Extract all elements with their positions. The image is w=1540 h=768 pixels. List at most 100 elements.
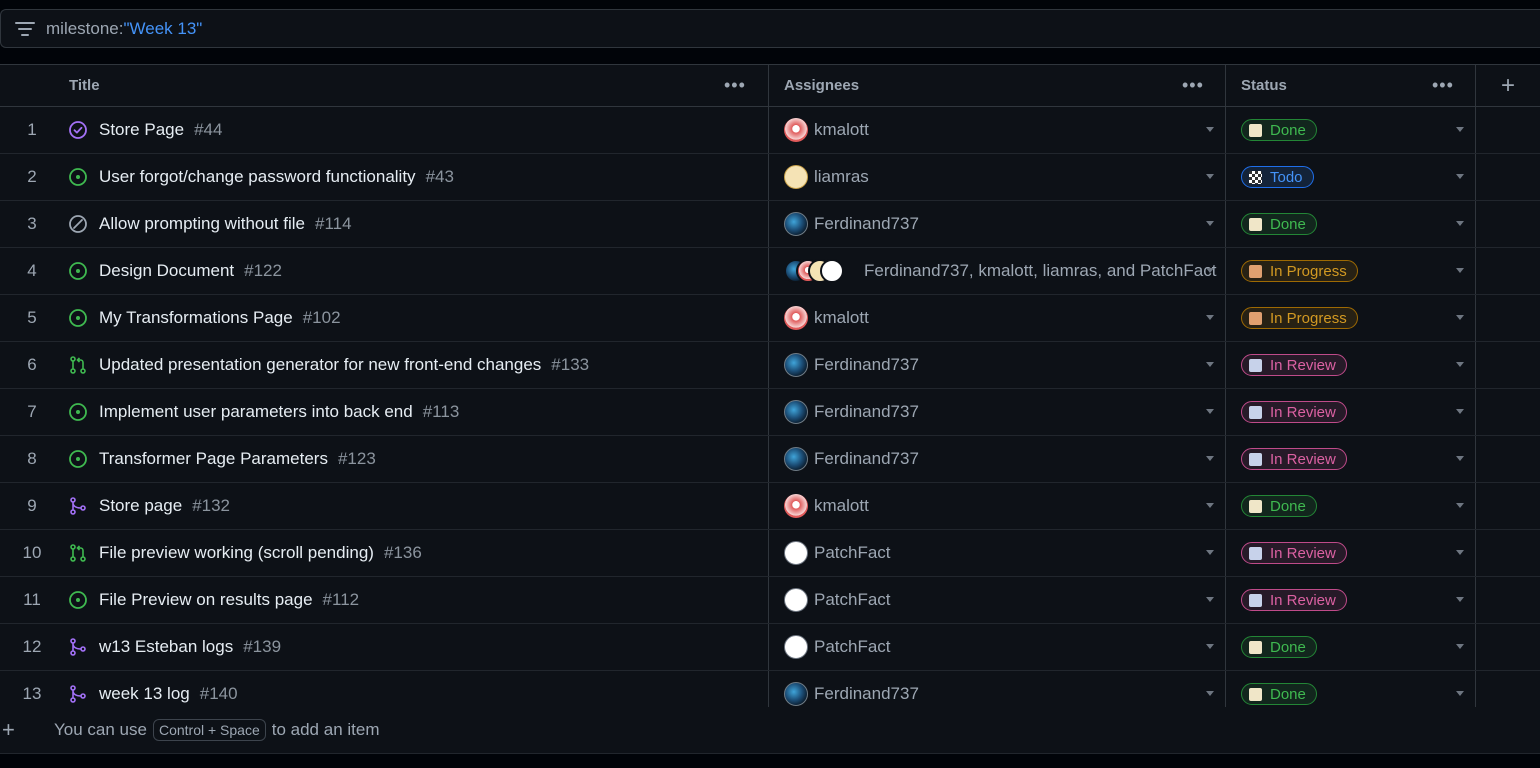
item-title-cell[interactable]: File Preview on results page #112 (68, 577, 359, 623)
item-title[interactable]: w13 Esteban logs (99, 637, 233, 657)
status-badge[interactable]: Todo (1241, 166, 1314, 188)
item-title[interactable]: Design Document (99, 261, 234, 281)
column-header-assignees[interactable]: Assignees (784, 65, 859, 106)
table-row[interactable]: 1 Store Page #44 kmalott Done (0, 107, 1540, 154)
table-row[interactable]: 4 Design Document #122 Ferdinand737, kmalot… (0, 248, 1540, 295)
filter-icon[interactable] (15, 21, 37, 37)
chevron-down-icon[interactable] (1456, 221, 1464, 226)
status-badge[interactable]: Done (1241, 495, 1317, 517)
chevron-down-icon[interactable] (1206, 550, 1214, 555)
issue-number[interactable]: #139 (243, 637, 281, 657)
chevron-down-icon[interactable] (1456, 456, 1464, 461)
assignees-column-menu-icon[interactable]: ••• (1182, 75, 1204, 96)
issue-number[interactable]: #136 (384, 543, 422, 563)
assignees-cell[interactable]: kmalott (784, 483, 869, 529)
add-field-button[interactable]: + (1476, 65, 1540, 106)
issue-number[interactable]: #123 (338, 449, 376, 469)
item-title[interactable]: Store Page (99, 120, 184, 140)
status-column-menu-icon[interactable]: ••• (1432, 75, 1454, 96)
item-title-cell[interactable]: Allow prompting without file #114 (68, 201, 352, 247)
item-title-cell[interactable]: Implement user parameters into back end #… (68, 389, 459, 435)
assignees-cell[interactable]: Ferdinand737 (784, 436, 919, 482)
add-item-row[interactable]: + You can use Control + Space to add an … (0, 707, 1540, 754)
item-title[interactable]: Transformer Page Parameters (99, 449, 328, 469)
chevron-down-icon[interactable] (1456, 174, 1464, 179)
item-title[interactable]: week 13 log (99, 684, 190, 704)
table-row[interactable]: 6 Updated presentation generator for new … (0, 342, 1540, 389)
issue-number[interactable]: #132 (192, 496, 230, 516)
issue-number[interactable]: #44 (194, 120, 222, 140)
table-row[interactable]: 3 Allow prompting without file #114 Ferdina… (0, 201, 1540, 248)
add-item-plus-icon[interactable]: + (2, 717, 22, 743)
item-title-cell[interactable]: Design Document #122 (68, 248, 282, 294)
filter-query[interactable]: milestone:"Week 13" (46, 19, 202, 39)
item-title-cell[interactable]: w13 Esteban logs #139 (68, 624, 281, 670)
assignees-cell[interactable]: Ferdinand737 (784, 201, 919, 247)
status-cell[interactable]: In Review (1241, 530, 1347, 576)
chevron-down-icon[interactable] (1456, 597, 1464, 602)
status-badge[interactable]: In Review (1241, 448, 1347, 470)
chevron-down-icon[interactable] (1456, 644, 1464, 649)
title-column-menu-icon[interactable]: ••• (724, 75, 746, 96)
column-header-title[interactable]: Title (69, 65, 100, 106)
issue-number[interactable]: #113 (423, 402, 460, 422)
item-title-cell[interactable]: My Transformations Page #102 (68, 295, 341, 341)
assignees-cell[interactable]: Ferdinand737 (784, 389, 919, 435)
item-title[interactable]: File preview working (scroll pending) (99, 543, 374, 563)
status-cell[interactable]: In Review (1241, 389, 1347, 435)
assignees-cell[interactable]: kmalott (784, 295, 869, 341)
item-title[interactable]: User forgot/change password functionalit… (99, 167, 416, 187)
status-badge[interactable]: Done (1241, 636, 1317, 658)
issue-number[interactable]: #122 (244, 261, 282, 281)
filter-bar[interactable]: milestone:"Week 13" (0, 9, 1540, 48)
chevron-down-icon[interactable] (1206, 456, 1214, 461)
item-title[interactable]: Implement user parameters into back end (99, 402, 413, 422)
assignees-cell[interactable]: PatchFact (784, 577, 891, 623)
chevron-down-icon[interactable] (1206, 127, 1214, 132)
chevron-down-icon[interactable] (1206, 268, 1214, 273)
assignees-cell[interactable]: liamras (784, 154, 869, 200)
status-badge[interactable]: In Review (1241, 401, 1347, 423)
chevron-down-icon[interactable] (1456, 315, 1464, 320)
status-cell[interactable]: Done (1241, 483, 1317, 529)
status-badge[interactable]: Done (1241, 213, 1317, 235)
table-row[interactable]: 7 Implement user parameters into back end… (0, 389, 1540, 436)
item-title[interactable]: Store page (99, 496, 182, 516)
chevron-down-icon[interactable] (1206, 315, 1214, 320)
item-title[interactable]: File Preview on results page (99, 590, 313, 610)
item-title-cell[interactable]: Updated presentation generator for new f… (68, 342, 589, 388)
table-row[interactable]: 12 w13 Esteban logs #139 PatchFact Done (0, 624, 1540, 671)
assignees-cell[interactable]: kmalott (784, 107, 869, 153)
table-row[interactable]: 11 File Preview on results page #112 PatchF… (0, 577, 1540, 624)
chevron-down-icon[interactable] (1206, 174, 1214, 179)
issue-number[interactable]: #140 (200, 684, 238, 704)
chevron-down-icon[interactable] (1456, 409, 1464, 414)
chevron-down-icon[interactable] (1206, 597, 1214, 602)
status-badge[interactable]: Done (1241, 119, 1317, 141)
assignees-cell[interactable]: PatchFact (784, 530, 891, 576)
item-title-cell[interactable]: File preview working (scroll pending) #13… (68, 530, 422, 576)
item-title[interactable]: Allow prompting without file (99, 214, 305, 234)
assignees-cell[interactable]: PatchFact (784, 624, 891, 670)
status-badge[interactable]: In Review (1241, 354, 1347, 376)
status-cell[interactable]: Done (1241, 201, 1317, 247)
status-cell[interactable]: In Review (1241, 436, 1347, 482)
status-cell[interactable]: Done (1241, 107, 1317, 153)
chevron-down-icon[interactable] (1456, 268, 1464, 273)
chevron-down-icon[interactable] (1206, 691, 1214, 696)
issue-number[interactable]: #112 (323, 590, 360, 610)
table-row[interactable]: 9 Store page #132 kmalott Done (0, 483, 1540, 530)
table-row[interactable]: 10 File preview working (scroll pending) #… (0, 530, 1540, 577)
item-title[interactable]: My Transformations Page (99, 308, 293, 328)
item-title-cell[interactable]: Store Page #44 (68, 107, 222, 153)
table-row[interactable]: 8 Transformer Page Parameters #123 Ferdinan… (0, 436, 1540, 483)
column-header-status[interactable]: Status (1241, 65, 1287, 106)
status-badge[interactable]: In Review (1241, 542, 1347, 564)
status-badge[interactable]: In Progress (1241, 260, 1358, 282)
chevron-down-icon[interactable] (1456, 362, 1464, 367)
issue-number[interactable]: #102 (303, 308, 341, 328)
chevron-down-icon[interactable] (1206, 644, 1214, 649)
status-badge[interactable]: In Review (1241, 589, 1347, 611)
status-cell[interactable]: Todo (1241, 154, 1314, 200)
status-badge[interactable]: Done (1241, 683, 1317, 705)
